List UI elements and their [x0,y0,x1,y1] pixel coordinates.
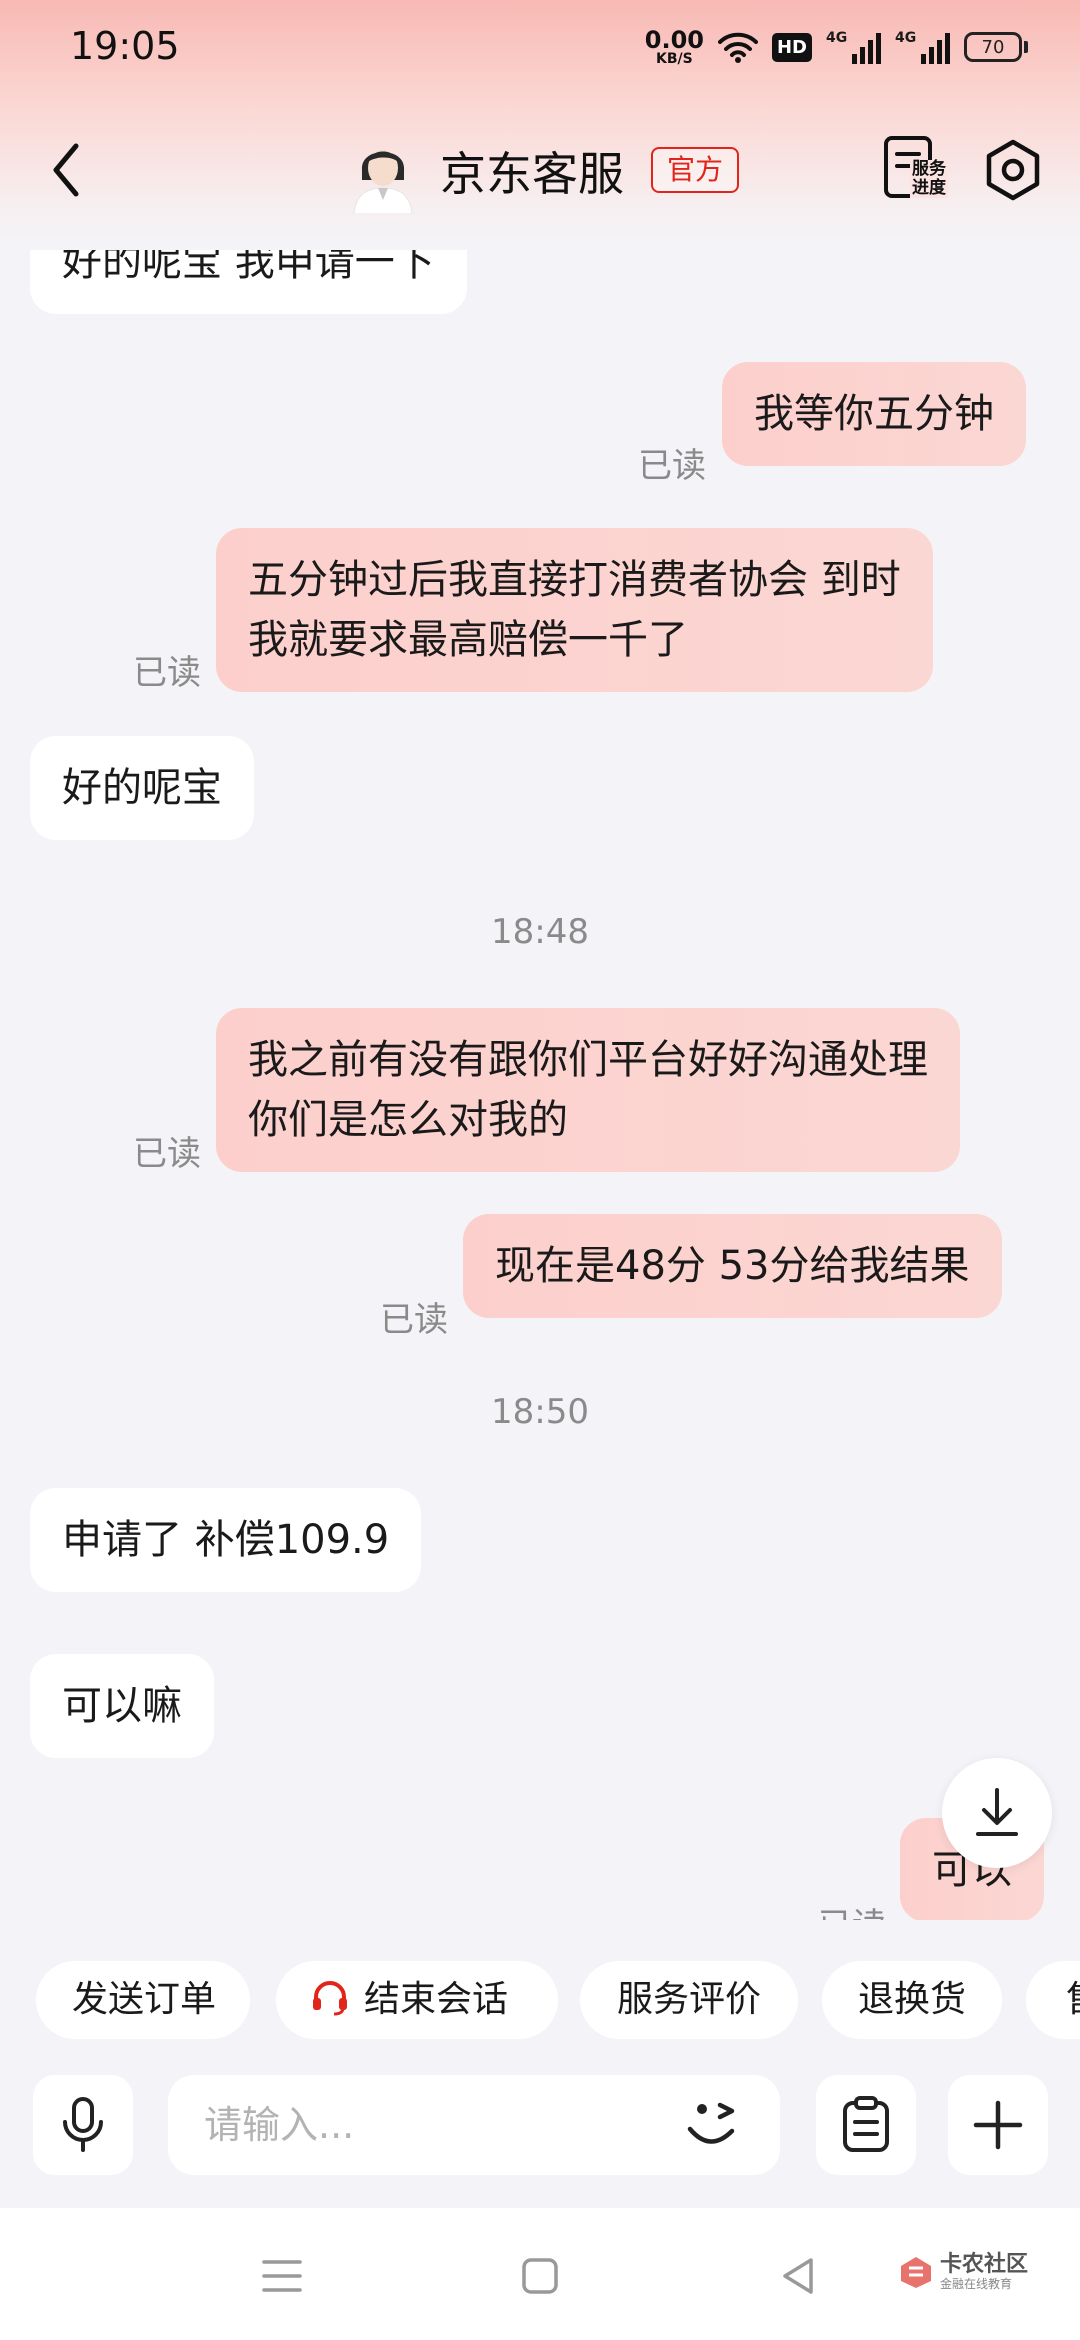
quick-action-bar: 发送订单 结束会话 服务评价 退换货 售 [0,1955,1080,2045]
download-arrow-icon [976,1788,1018,1836]
received-message[interactable]: 申请了 补偿109.9 [30,1488,422,1592]
message-timestamp: 18:50 [491,1392,589,1432]
agent-avatar [353,150,413,214]
back-arrow-icon[interactable] [46,140,86,200]
read-receipt: 已读 [638,446,706,486]
page-title: 京东客服 [440,147,624,201]
status-time: 19:05 [70,24,180,68]
watermark: 卡农社区 金融在线教育 [898,2253,1028,2291]
sent-message[interactable]: 我之前有没有跟你们平台好好沟通处理 你们是怎么对我的 [216,1008,960,1172]
message-timestamp: 18:48 [491,912,589,952]
status-bar: 19:05 0.00 KB/S HD 4G 4G 70 [0,0,1080,100]
message-text: 好的呢宝 [62,765,222,811]
read-receipt: 已读 [133,653,201,693]
headset-icon [313,1981,347,2016]
chip-label: 结束会话 [364,1979,509,2020]
read-receipt: 已读 [380,1300,448,1340]
message-input-field[interactable] [168,2075,780,2175]
signal-1-label: 4G [826,30,848,46]
read-receipt: 已读 [818,1898,886,1920]
watermark-tagline: 金融在线教育 [940,2277,1013,2291]
message-text: 现在是48分 53分给我结果 [495,1243,970,1289]
microphone-icon [63,2097,103,2152]
message-text-line-2: 你们是怎么对我的 [248,1097,568,1143]
chat-message-list[interactable]: 好的呢宝 我申请一下 已读 我等你五分钟 已读 五分钟过后我直接打消费者协会 到… [0,250,1080,1920]
emoji-icon[interactable] [680,2093,750,2157]
chip-label: 服务评价 [617,1979,762,2020]
quick-phrases-button[interactable] [816,2075,916,2175]
return-exchange-chip[interactable]: 退换货 [822,1961,1002,2039]
sent-message[interactable]: 现在是48分 53分给我结果 [463,1214,1002,1318]
official-badge: 官方 [651,147,740,193]
battery-icon: 70 [964,32,1028,62]
service-rating-chip[interactable]: 服务评价 [580,1961,798,2039]
more-options-button[interactable] [948,2075,1048,2175]
message-text-line-1: 我之前有没有跟你们平台好好沟通处理 [248,1037,928,1083]
plus-icon [973,2100,1023,2150]
watermark-logo-icon [901,2257,931,2288]
signal-icon-2: 4G [895,30,950,64]
signal-icon-1: 4G [826,30,881,64]
menu-icon [262,2260,302,2292]
sent-message[interactable]: 五分钟过后我直接打消费者协会 到时 我就要求最高赔偿一千了 [216,528,933,692]
battery-level: 70 [964,32,1022,62]
message-text: 我等你五分钟 [754,391,994,437]
watermark-name: 卡农社区 [940,2252,1029,2277]
home-nav-button[interactable] [510,2246,570,2306]
signal-2-label: 4G [895,30,917,46]
message-text-line-2: 我就要求最高赔偿一千了 [248,617,688,663]
message-input[interactable] [204,2075,684,2175]
hd-voice-icon: HD [771,32,812,62]
clipboard-icon [843,2096,889,2152]
service-progress-button[interactable]: 服务进度 [880,134,948,206]
wifi-icon [717,32,758,63]
back-nav-button[interactable] [768,2246,828,2306]
sent-message[interactable]: 我等你五分钟 [722,362,1026,466]
square-home-icon [522,2258,558,2294]
message-text: 申请了 补偿109.9 [62,1517,390,1563]
chip-label: 售 [1066,1961,1080,2039]
settings-gear-icon[interactable] [982,138,1044,202]
received-message[interactable]: 好的呢宝 [30,736,254,840]
received-message[interactable]: 好的呢宝 我申请一下 [30,250,467,314]
triangle-back-icon [783,2258,813,2294]
message-text: 可以嘛 [62,1683,182,1729]
after-sales-chip[interactable]: 售 [1026,1961,1080,2039]
system-navigation-bar: 卡农社区 金融在线教育 [0,2208,1080,2340]
send-order-chip[interactable]: 发送订单 [36,1961,250,2039]
read-receipt: 已读 [133,1134,201,1174]
scroll-to-bottom-button[interactable] [942,1758,1052,1868]
end-session-chip[interactable]: 结束会话 [276,1961,558,2039]
message-input-bar [0,2070,1080,2190]
chip-label: 退换货 [858,1979,967,2020]
chat-header: 京东客服 官方 服务进度 [0,120,1080,220]
status-icons: 0.00 KB/S HD 4G 4G 70 [645,22,1028,72]
network-speed-unit: KB/S [656,51,693,67]
message-text-line-1: 五分钟过后我直接打消费者协会 到时 [248,557,901,603]
network-speed: 0.00 KB/S [645,28,704,66]
voice-input-button[interactable] [33,2075,133,2175]
service-progress-label: 服务进度 [910,159,948,198]
network-speed-value: 0.00 [644,26,704,54]
message-text: 好的呢宝 我申请一下 [62,250,435,285]
menu-nav-button[interactable] [252,2246,312,2306]
chip-label: 发送订单 [72,1979,217,2020]
received-message[interactable]: 可以嘛 [30,1654,214,1758]
